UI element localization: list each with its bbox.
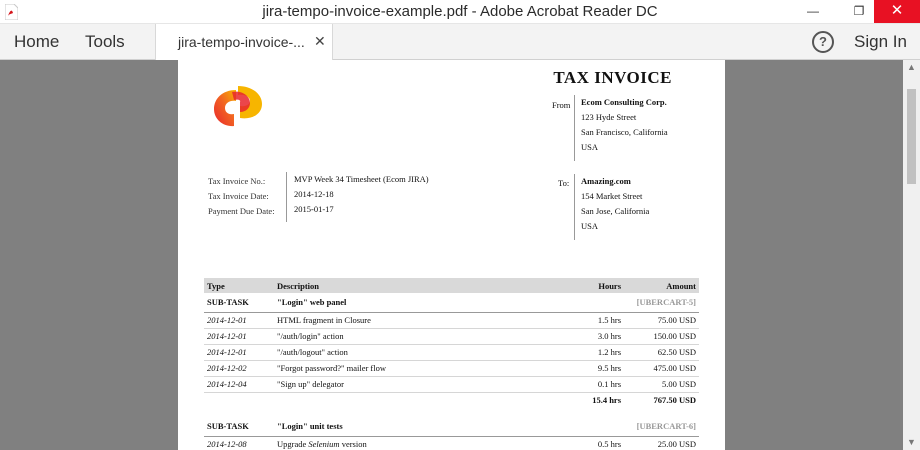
row-date: 2014-12-02 <box>204 360 274 377</box>
table-row: 2014-12-08 Upgrade Selenium version 0.5 … <box>204 436 699 450</box>
due-date-label: Payment Due Date: <box>208 206 275 216</box>
to-name: Amazing.com <box>581 176 631 186</box>
row-description: "Sign up" delegator <box>274 376 529 393</box>
minimize-button[interactable]: — <box>790 0 836 23</box>
row-date: 2014-12-01 <box>204 312 274 329</box>
row-hours: 0.1 hrs <box>529 376 624 393</box>
from-city: San Francisco, California <box>581 127 668 137</box>
scroll-thumb[interactable] <box>907 89 916 184</box>
row-date: 2014-12-01 <box>204 328 274 345</box>
group-issue-ref[interactable]: [UBERCART-5] <box>624 293 699 313</box>
invoice-date-label: Tax Invoice Date: <box>208 191 269 201</box>
header-type: Type <box>204 278 274 293</box>
row-description: Upgrade Selenium version <box>274 436 529 450</box>
group-row: SUB-TASK "Login" web panel [UBERCART-5] <box>204 293 699 313</box>
subtotal-row: 15.4 hrs 767.50 USD <box>204 391 699 407</box>
row-description: "/auth/login" action <box>274 328 529 345</box>
scroll-down-icon[interactable]: ▼ <box>903 437 920 447</box>
table-row: 2014-12-01 "/auth/logout" action 1.2 hrs… <box>204 344 699 361</box>
sign-in-button[interactable]: Sign In <box>854 32 907 52</box>
subtotal-hours: 15.4 hrs <box>529 391 624 407</box>
from-name: Ecom Consulting Corp. <box>581 97 667 107</box>
row-description: "/auth/logout" action <box>274 344 529 361</box>
row-description: HTML fragment in Closure <box>274 312 529 329</box>
row-amount: 5.00 USD <box>624 376 699 393</box>
group-description: "Login" web panel <box>274 293 529 313</box>
row-amount: 150.00 USD <box>624 328 699 345</box>
table-header-row: Type Description Hours Amount <box>204 278 699 293</box>
row-hours: 0.5 hrs <box>529 436 624 450</box>
document-tab[interactable]: jira-tempo-invoice-... ✕ <box>155 24 333 60</box>
group-row: SUB-TASK "Login" unit tests [UBERCART-6] <box>204 417 699 437</box>
from-address: Ecom Consulting Corp. 123 Hyde Street Sa… <box>574 95 668 161</box>
close-tab-icon[interactable]: ✕ <box>314 33 326 50</box>
invoice-no-value: MVP Week 34 Timesheet (Ecom JIRA) <box>294 174 429 184</box>
header-amount: Amount <box>624 278 699 293</box>
row-date: 2014-12-01 <box>204 344 274 361</box>
tools-tab[interactable]: Tools <box>85 32 125 52</box>
row-amount: 475.00 USD <box>624 360 699 377</box>
vertical-scrollbar[interactable]: ▲ ▼ <box>903 60 920 450</box>
group-type: SUB-TASK <box>204 293 274 313</box>
invoice-meta-labels: Tax Invoice No.: Tax Invoice Date: Payme… <box>208 174 275 219</box>
home-tab[interactable]: Home <box>14 32 59 52</box>
title-bar: jira-tempo-invoice-example.pdf - Adobe A… <box>0 0 920 24</box>
header-description: Description <box>274 278 529 293</box>
row-hours: 3.0 hrs <box>529 328 624 345</box>
subtotal-amount: 767.50 USD <box>624 391 699 407</box>
invoice-date-value: 2014-12-18 <box>294 189 334 199</box>
row-hours: 1.5 hrs <box>529 312 624 329</box>
table-row: 2014-12-02 "Forgot password?" mailer flo… <box>204 360 699 377</box>
table-row: 2014-12-01 "/auth/login" action 3.0 hrs … <box>204 328 699 345</box>
document-viewer[interactable]: TAX INVOICE From Ecom Consulting Corp. 1… <box>0 60 920 450</box>
from-label: From <box>552 100 571 110</box>
pdf-page: TAX INVOICE From Ecom Consulting Corp. 1… <box>178 60 725 450</box>
invoice-no-label: Tax Invoice No.: <box>208 176 266 186</box>
row-amount: 62.50 USD <box>624 344 699 361</box>
due-date-value: 2015-01-17 <box>294 204 334 214</box>
table-row: 2014-12-04 "Sign up" delegator 0.1 hrs 5… <box>204 376 699 393</box>
to-city: San Jose, California <box>581 206 650 216</box>
row-date: 2014-12-08 <box>204 436 274 450</box>
to-address: Amazing.com 154 Market Street San Jose, … <box>574 174 649 240</box>
row-date: 2014-12-04 <box>204 376 274 393</box>
document-tab-label: jira-tempo-invoice-... <box>178 34 305 50</box>
group-issue-ref[interactable]: [UBERCART-6] <box>624 417 699 437</box>
row-amount: 25.00 USD <box>624 436 699 450</box>
invoice-items-table: Type Description Hours Amount SUB-TASK "… <box>204 278 699 450</box>
row-amount: 75.00 USD <box>624 312 699 329</box>
invoice-meta-values: MVP Week 34 Timesheet (Ecom JIRA) 2014-1… <box>286 172 429 222</box>
from-street: 123 Hyde Street <box>581 112 637 122</box>
to-country: USA <box>581 221 599 231</box>
row-hours: 1.2 hrs <box>529 344 624 361</box>
company-logo <box>214 86 262 127</box>
header-hours: Hours <box>529 278 624 293</box>
window-title: jira-tempo-invoice-example.pdf - Adobe A… <box>262 3 658 20</box>
row-description: "Forgot password?" mailer flow <box>274 360 529 377</box>
help-icon[interactable]: ? <box>812 31 834 53</box>
app-toolbar: Home Tools jira-tempo-invoice-... ✕ ? Si… <box>0 24 920 60</box>
group-description: "Login" unit tests <box>274 417 529 437</box>
group-type: SUB-TASK <box>204 417 274 437</box>
row-hours: 9.5 hrs <box>529 360 624 377</box>
table-row: 2014-12-01 HTML fragment in Closure 1.5 … <box>204 312 699 329</box>
close-window-button[interactable]: ✕ <box>874 0 920 23</box>
from-country: USA <box>581 142 599 152</box>
invoice-title: TAX INVOICE <box>553 68 672 87</box>
scroll-up-icon[interactable]: ▲ <box>903 62 920 72</box>
to-street: 154 Market Street <box>581 191 643 201</box>
to-label: To: <box>558 178 570 188</box>
